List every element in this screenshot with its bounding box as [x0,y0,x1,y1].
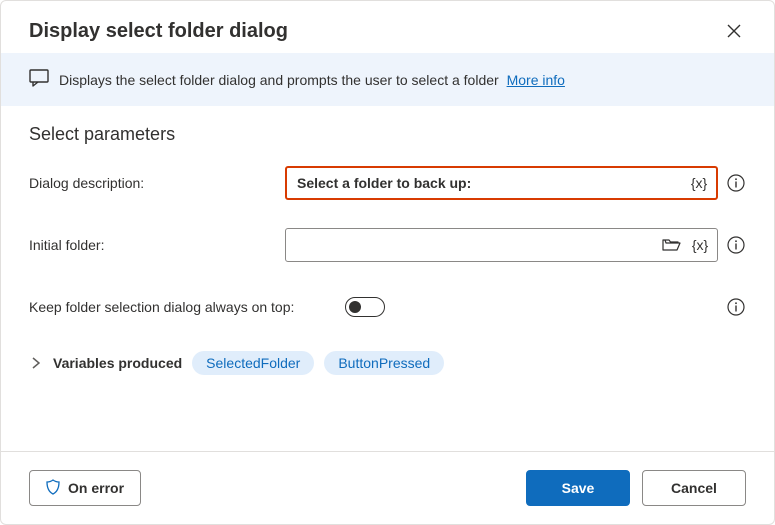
chevron-right-icon[interactable] [29,356,43,370]
variable-chip-selectedfolder[interactable]: SelectedFolder [192,351,314,375]
variables-produced-row: Variables produced SelectedFolder Button… [29,351,746,375]
close-icon[interactable] [722,19,746,43]
field-always-on-top: Keep folder selection dialog always on t… [29,289,746,325]
always-on-top-label: Keep folder selection dialog always on t… [29,298,329,316]
always-on-top-toggle[interactable] [345,297,385,317]
info-icon[interactable] [726,173,746,193]
comment-icon [29,69,49,90]
dialog-description-input[interactable]: Select a folder to back up: {x} [285,166,718,200]
dialog-description-value: Select a folder to back up: [297,175,682,191]
initial-folder-label: Initial folder: [29,236,269,254]
variable-icon[interactable]: {x} [689,234,711,256]
dialog: Display select folder dialog Displays th… [0,0,775,525]
info-bar-text: Displays the select folder dialog and pr… [59,72,565,88]
field-dialog-description: Dialog description: Select a folder to b… [29,165,746,201]
save-label: Save [562,480,595,496]
dialog-title: Display select folder dialog [29,20,288,43]
dialog-description-label: Dialog description: [29,174,269,192]
cancel-button[interactable]: Cancel [642,470,746,506]
on-error-button[interactable]: On error [29,470,141,506]
more-info-link[interactable]: More info [507,72,565,88]
initial-folder-input[interactable]: {x} [285,228,718,262]
section-title: Select parameters [29,124,746,145]
cancel-label: Cancel [671,480,717,496]
save-button[interactable]: Save [526,470,630,506]
toggle-knob [349,301,361,313]
dialog-footer: On error Save Cancel [1,451,774,524]
variable-icon[interactable]: {x} [688,172,710,194]
shield-icon [46,479,60,498]
info-icon[interactable] [726,235,746,255]
variable-chip-buttonpressed[interactable]: ButtonPressed [324,351,444,375]
info-bar: Displays the select folder dialog and pr… [1,53,774,106]
info-icon[interactable] [726,297,746,317]
on-error-label: On error [68,480,124,496]
folder-open-icon[interactable] [661,234,683,256]
variables-label: Variables produced [53,355,182,371]
content-area: Select parameters Dialog description: Se… [1,106,774,451]
field-initial-folder: Initial folder: {x} [29,227,746,263]
info-bar-message: Displays the select folder dialog and pr… [59,72,499,88]
dialog-header: Display select folder dialog [1,1,774,53]
